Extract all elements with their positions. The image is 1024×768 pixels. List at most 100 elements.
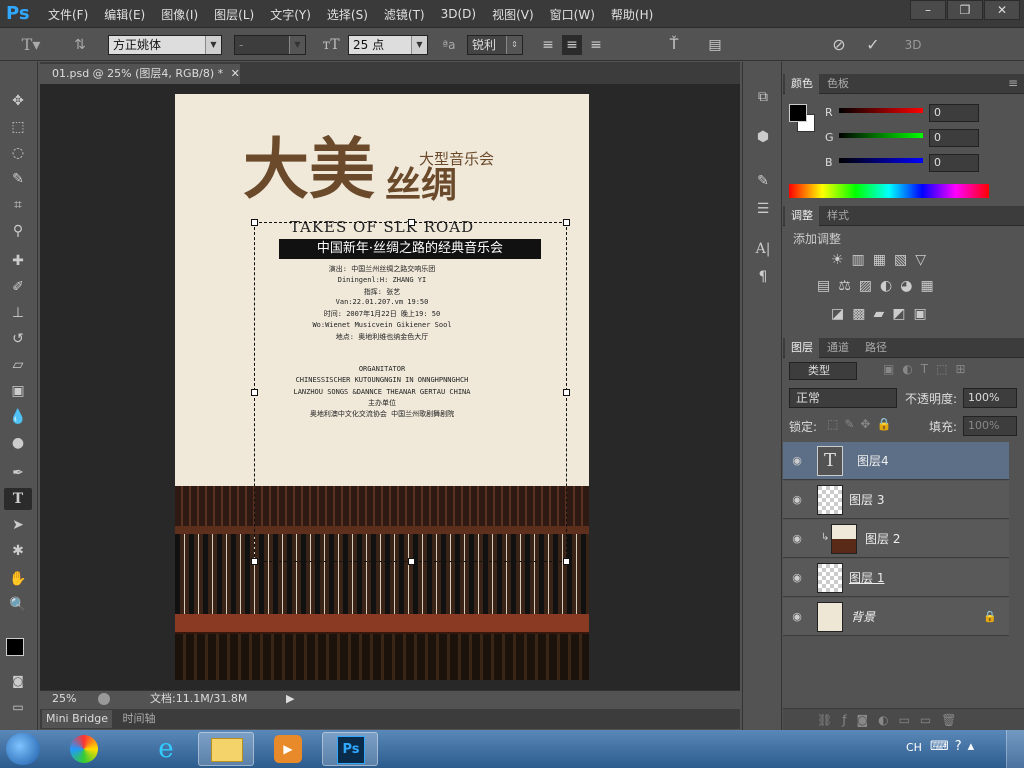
menu-filter[interactable]: 滤镜(T)	[376, 6, 433, 23]
adjust-icons-row1[interactable]: ☀▥▦▧▽	[831, 252, 934, 268]
healing-brush-tool-icon[interactable]: ✚	[4, 250, 32, 272]
tab-mini-bridge[interactable]: Mini Bridge	[42, 710, 112, 728]
menu-type[interactable]: 文字(Y)	[262, 6, 319, 23]
menu-layer[interactable]: 图层(L)	[206, 6, 262, 23]
antialias-select[interactable]: 锐利 ⇕	[467, 35, 523, 55]
layers-footer-icons[interactable]: ⛓ƒ◙◐▭▭🗑	[783, 708, 1024, 730]
menu-help[interactable]: 帮助(H)	[603, 6, 661, 23]
dodge-tool-icon[interactable]: ●	[4, 432, 32, 454]
commit-check-icon[interactable]: ✓	[862, 35, 884, 55]
marquee-tool-icon[interactable]: ⬚	[4, 116, 32, 138]
tab-styles[interactable]: 样式	[821, 206, 855, 226]
cancel-icon[interactable]: ⊘	[828, 35, 850, 55]
3d-icon[interactable]: 3D	[900, 35, 926, 55]
align-center-icon[interactable]: ≡	[562, 35, 582, 55]
photoshop-taskbar-icon[interactable]: Ps	[322, 732, 378, 766]
eye-icon[interactable]: ◉	[789, 492, 805, 508]
blue-slider[interactable]	[839, 158, 923, 163]
adjust-icons-row3[interactable]: ◪▩▰◩▣	[831, 306, 935, 322]
taskbar-app-icon[interactable]	[56, 732, 112, 766]
font-style-select[interactable]: - ▼	[234, 35, 306, 55]
minimize-button[interactable]: –	[910, 0, 946, 20]
status-arrow-icon[interactable]: ▶	[286, 691, 294, 707]
transform-handle[interactable]	[251, 389, 258, 396]
ime-indicator[interactable]: CH	[906, 741, 922, 754]
brush-presets-icon[interactable]: ☰	[751, 198, 775, 220]
tab-adjustments[interactable]: 调整	[785, 206, 819, 226]
type-tool-preset-icon[interactable]: T▾	[16, 35, 46, 55]
green-value[interactable]: 0	[929, 129, 979, 147]
menu-3d[interactable]: 3D(D)	[433, 7, 484, 21]
tray-icons[interactable]: ⌨?▴	[930, 739, 980, 754]
eyedropper-tool-icon[interactable]: ⚲	[4, 220, 32, 242]
menu-window[interactable]: 窗口(W)	[542, 6, 603, 23]
3d-panel-icon[interactable]: ⬢	[751, 126, 775, 148]
menu-file[interactable]: 文件(F)	[40, 6, 96, 23]
eye-icon[interactable]: ◉	[789, 453, 805, 469]
red-value[interactable]: 0	[929, 104, 979, 122]
tab-swatches[interactable]: 色板	[821, 74, 855, 94]
blend-mode-select[interactable]: 正常	[789, 388, 897, 408]
ie-icon[interactable]: e	[138, 732, 194, 766]
eye-icon[interactable]: ◉	[789, 570, 805, 586]
move-tool-icon[interactable]: ✥	[4, 90, 32, 112]
layer-filter-icons[interactable]: ▣◐T⬚⊞	[883, 362, 974, 376]
document-tab[interactable]: 01.psd @ 25% (图层4, RGB/8) * ✕	[40, 64, 240, 84]
transform-handle[interactable]	[251, 558, 258, 565]
transform-handle[interactable]	[408, 219, 415, 226]
transform-handle[interactable]	[563, 558, 570, 565]
show-desktop-button[interactable]	[1006, 730, 1024, 768]
tab-color[interactable]: 颜色	[785, 74, 819, 94]
menu-select[interactable]: 选择(S)	[319, 6, 376, 23]
transform-handle[interactable]	[408, 558, 415, 565]
windows-start-button[interactable]	[6, 733, 40, 765]
align-left-icon[interactable]: ≡	[538, 35, 558, 55]
blue-value[interactable]: 0	[929, 154, 979, 172]
shape-tool-icon[interactable]: ✱	[4, 540, 32, 562]
warp-text-icon[interactable]: Ť	[664, 35, 684, 55]
layer-row[interactable]: ◉ ↳ 图层 2	[783, 520, 1009, 558]
text-bounding-box[interactable]	[251, 219, 570, 565]
red-slider[interactable]	[839, 108, 923, 113]
transform-handle[interactable]	[251, 219, 258, 226]
layer-filter-select[interactable]: 类型	[789, 362, 857, 380]
restore-button[interactable]: ❐	[947, 0, 983, 20]
align-right-icon[interactable]: ≡	[586, 35, 606, 55]
stamp-tool-icon[interactable]: ⊥	[4, 302, 32, 324]
history-brush-tool-icon[interactable]: ↺	[4, 328, 32, 350]
zoom-tool-icon[interactable]: 🔍	[4, 594, 32, 616]
green-slider[interactable]	[839, 133, 923, 138]
toggle-text-orientation-icon[interactable]: ⇅	[68, 35, 92, 55]
eye-icon[interactable]: ◉	[789, 531, 805, 547]
menu-image[interactable]: 图像(I)	[153, 6, 206, 23]
hand-tool-icon[interactable]: ✋	[4, 568, 32, 590]
screen-mode-icon[interactable]: ▭	[4, 696, 32, 718]
lasso-tool-icon[interactable]: ◌	[4, 142, 32, 164]
panel-menu-icon[interactable]: ≡	[1008, 76, 1018, 90]
color-fg-swatch[interactable]	[789, 104, 807, 122]
pen-tool-icon[interactable]: ✒	[4, 462, 32, 484]
layer-row[interactable]: ◉ 背景 🔒	[783, 598, 1009, 636]
eraser-tool-icon[interactable]: ▱	[4, 354, 32, 376]
tab-paths[interactable]: 路径	[859, 338, 893, 358]
zoom-level[interactable]: 25%	[52, 691, 76, 707]
tab-channels[interactable]: 通道	[821, 338, 855, 358]
menu-view[interactable]: 视图(V)	[484, 6, 542, 23]
opacity-field[interactable]: 100%	[963, 388, 1017, 408]
transform-handle[interactable]	[563, 219, 570, 226]
history-panel-icon[interactable]: ⧉	[751, 86, 775, 108]
transform-handle[interactable]	[563, 389, 570, 396]
brush-panel-icon[interactable]: ✎	[751, 170, 775, 192]
character-panel-icon[interactable]: ▤	[704, 35, 726, 55]
adjust-icons-row2[interactable]: ▤⚖▨◐◕▦	[817, 278, 942, 294]
font-family-select[interactable]: 方正姚体 ▼	[108, 35, 222, 55]
font-size-select[interactable]: 25 点 ▼	[348, 35, 428, 55]
quick-select-tool-icon[interactable]: ✎	[4, 168, 32, 190]
layer-row[interactable]: ◉ T 图层4	[783, 442, 1009, 480]
layer-row[interactable]: ◉ 图层 1	[783, 559, 1009, 597]
foreground-color-swatch[interactable]	[6, 638, 24, 656]
character-panel-icon[interactable]: A|	[751, 238, 775, 260]
path-select-tool-icon[interactable]: ➤	[4, 514, 32, 536]
paragraph-panel-icon[interactable]: ¶	[751, 266, 775, 288]
lock-icons[interactable]: ⬚✎✥🔒	[827, 417, 897, 431]
